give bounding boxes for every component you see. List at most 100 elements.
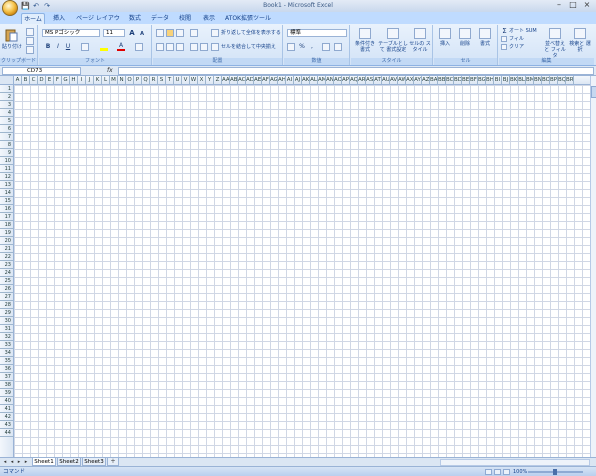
column-header[interactable]: BM [526,76,534,84]
column-header[interactable]: AY [414,76,422,84]
row-header[interactable]: 27 [0,293,13,301]
zoom-slider-knob[interactable] [553,469,557,475]
row-header[interactable]: 29 [0,309,13,317]
fill-icon[interactable] [501,36,507,42]
column-header[interactable]: E [46,76,54,84]
column-header[interactable]: T [166,76,174,84]
merge-center-icon[interactable] [211,43,219,51]
column-header[interactable]: Z [214,76,222,84]
column-header[interactable]: N [118,76,126,84]
column-header[interactable]: AL [310,76,318,84]
column-header[interactable]: BJ [502,76,510,84]
column-header[interactable]: AF [262,76,270,84]
maximize-button[interactable]: □ [567,1,579,10]
column-header[interactable]: AU [382,76,390,84]
column-header[interactable]: AQ [350,76,358,84]
column-header[interactable]: J [86,76,94,84]
column-header[interactable]: R [150,76,158,84]
column-header[interactable]: H [70,76,78,84]
currency-icon[interactable] [287,43,295,51]
column-header[interactable]: BC [446,76,454,84]
align-middle-icon[interactable] [166,29,174,37]
row-header[interactable]: 34 [0,349,13,357]
horizontal-scrollbar[interactable] [440,459,590,466]
row-header[interactable]: 33 [0,341,13,349]
column-header[interactable]: AD [246,76,254,84]
column-header[interactable]: V [182,76,190,84]
column-header[interactable]: C [30,76,38,84]
row-header[interactable]: 39 [0,389,13,397]
column-header[interactable]: AZ [422,76,430,84]
font-family-select[interactable]: MS Pゴシック [42,29,100,37]
find-select-icon[interactable] [574,28,586,39]
tab-data[interactable]: データ [148,13,172,24]
percent-button[interactable]: % [298,43,306,51]
clear-icon[interactable] [501,44,507,50]
worksheet-grid[interactable] [0,76,590,457]
row-header[interactable]: 41 [0,405,13,413]
copy-icon[interactable] [26,37,34,45]
column-header[interactable]: X [198,76,206,84]
orientation-icon[interactable] [190,29,198,37]
align-right-icon[interactable] [176,43,184,51]
row-header[interactable]: 3 [0,101,13,109]
column-header[interactable]: AC [238,76,246,84]
number-format-select[interactable]: 標準 [287,29,347,37]
row-header[interactable]: 4 [0,109,13,117]
font-color-button[interactable]: A [117,43,125,51]
column-header[interactable]: BG [478,76,486,84]
column-header[interactable]: Y [206,76,214,84]
column-header[interactable]: BH [486,76,494,84]
column-header[interactable]: BL [518,76,526,84]
row-header[interactable]: 5 [0,117,13,125]
row-header[interactable]: 6 [0,125,13,133]
column-header[interactable]: F [54,76,62,84]
column-header[interactable]: I [78,76,86,84]
bold-button[interactable]: B [44,43,52,51]
tab-formulas[interactable]: 数式 [124,13,146,24]
row-header[interactable]: 40 [0,397,13,405]
row-header[interactable]: 15 [0,197,13,205]
paste-icon[interactable] [3,27,19,43]
fill-color-icon[interactable] [99,43,109,51]
row-header[interactable]: 37 [0,373,13,381]
clear-button[interactable]: クリア [509,44,524,50]
column-header[interactable]: A [14,76,22,84]
row-header[interactable]: 9 [0,149,13,157]
increase-decimal-icon[interactable] [322,43,330,51]
row-header[interactable]: 43 [0,421,13,429]
find-select-button[interactable]: 検索と 選択 [569,41,591,53]
column-header[interactable]: BB [438,76,446,84]
row-header[interactable]: 16 [0,205,13,213]
align-center-icon[interactable] [166,43,174,51]
sheet-tab-3[interactable]: Sheet3 [82,458,106,466]
column-header[interactable]: W [190,76,198,84]
italic-button[interactable]: I [54,43,62,51]
row-header[interactable]: 20 [0,237,13,245]
format-cells-icon[interactable] [479,28,491,39]
format-as-table-button[interactable]: テーブルとして 書式設定 [378,41,408,53]
row-header[interactable]: 35 [0,357,13,365]
underline-button[interactable]: U [64,43,72,51]
column-header[interactable]: AI [286,76,294,84]
row-header[interactable]: 38 [0,381,13,389]
row-header[interactable]: 18 [0,221,13,229]
column-header[interactable]: L [102,76,110,84]
column-header[interactable]: AS [366,76,374,84]
column-header[interactable]: BQ [558,76,566,84]
column-header[interactable]: AR [358,76,366,84]
column-header[interactable]: BN [534,76,542,84]
column-header[interactable]: AJ [294,76,302,84]
insert-cells-icon[interactable] [439,28,451,39]
merge-center-button[interactable]: セルを結合して中央揃え [221,44,276,50]
decrease-decimal-icon[interactable] [334,43,342,51]
row-header[interactable]: 2 [0,93,13,101]
column-header[interactable]: BF [470,76,478,84]
page-break-view-icon[interactable] [503,469,510,475]
row-header[interactable]: 23 [0,261,13,269]
prev-sheet-icon[interactable]: ◂ [9,459,15,466]
column-header[interactable]: D [38,76,46,84]
column-header[interactable]: AA [222,76,230,84]
row-header[interactable]: 31 [0,325,13,333]
border-icon[interactable] [81,43,89,51]
